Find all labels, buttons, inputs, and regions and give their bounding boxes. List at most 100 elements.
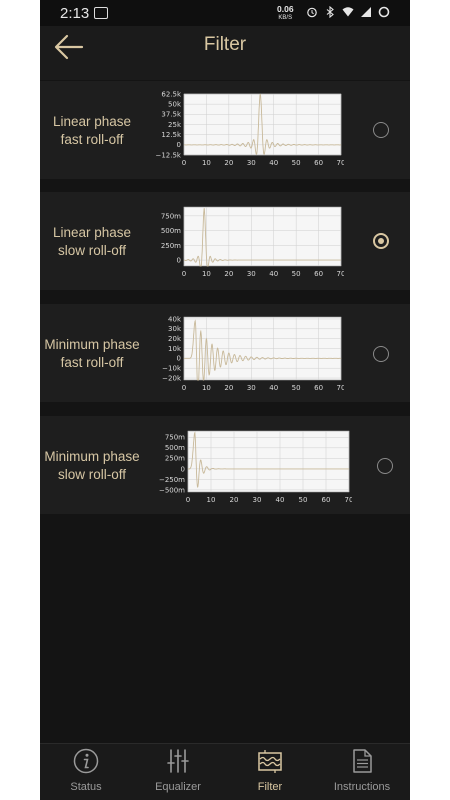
chart-plot-area	[187, 430, 350, 493]
y-tick-label: 500m	[165, 444, 185, 452]
battery-icon	[378, 6, 390, 18]
bottom-navigation: Status Equalizer Filter Instructions	[40, 743, 410, 800]
filter-label: Linear phase fast roll-off	[52, 114, 132, 147]
nav-label: Equalizer	[155, 781, 201, 793]
filter-radio[interactable]	[373, 346, 389, 362]
x-tick-label: 70	[345, 496, 352, 504]
y-tick-label: 12.5k	[161, 131, 182, 139]
x-tick-label: 40	[269, 384, 278, 392]
y-tick-label: −20k	[162, 374, 182, 382]
x-tick-label: 20	[230, 496, 239, 504]
y-tick-label: 50k	[168, 101, 182, 109]
x-tick-label: 10	[202, 384, 211, 392]
x-tick-label: 70	[337, 270, 344, 278]
y-tick-label: −250m	[159, 476, 185, 484]
alarm-icon	[307, 7, 317, 18]
equalizer-icon	[167, 749, 189, 773]
x-tick-label: 10	[202, 159, 211, 167]
impulse-chart: 0 10 20 30 40 50 60 70 40k 30k 20k 10k 0 −10k−20k	[162, 315, 344, 392]
x-tick-label: 10	[202, 270, 211, 278]
x-tick-label: 20	[224, 159, 233, 167]
filter-label: Minimum phase fast roll-off	[44, 337, 140, 370]
x-tick-label: 70	[337, 159, 344, 167]
filter-card-linear-fast[interactable]: Linear phase fast roll-off 0 10 20 30 40 50 60 7…	[40, 81, 410, 179]
y-tick-label: 25k	[168, 121, 182, 129]
filter-card-minimum-fast[interactable]: Minimum phase fast roll-off 0 10 20 30 40 50 60…	[40, 304, 410, 402]
nav-status[interactable]: Status	[40, 744, 132, 800]
data-rate-value: 0.06	[277, 4, 294, 14]
x-tick-label: 30	[247, 270, 256, 278]
x-tick-label: 0	[182, 159, 186, 167]
x-tick-label: 60	[314, 270, 323, 278]
y-tick-label: 500m	[161, 227, 181, 235]
x-tick-label: 40	[276, 496, 285, 504]
x-tick-label: 50	[292, 270, 301, 278]
signal-icon	[361, 7, 371, 17]
data-rate: 0.06 KB/S	[277, 5, 294, 23]
phone-screen: 2:13 0.06 KB/S Filter Linear phase fast r…	[40, 0, 410, 800]
x-tick-label: 60	[314, 159, 323, 167]
y-tick-label: 0	[177, 141, 181, 149]
filter-card-minimum-slow[interactable]: Minimum phase slow roll-off 0 10 20 30 40 50 60…	[40, 416, 410, 514]
wifi-icon	[342, 7, 354, 17]
x-tick-label: 0	[186, 496, 190, 504]
y-tick-label: 0	[177, 257, 181, 265]
x-tick-label: 30	[247, 384, 256, 392]
nav-equalizer[interactable]: Equalizer	[132, 744, 224, 800]
status-icons	[306, 6, 390, 18]
y-tick-label: 10k	[168, 345, 182, 353]
impulse-chart: 0 10 20 30 40 50 60 70 750m 500m 250m 0	[161, 206, 344, 278]
x-tick-label: 20	[224, 384, 233, 392]
x-tick-label: 0	[182, 384, 186, 392]
info-icon	[73, 748, 99, 774]
y-tick-label: 750m	[161, 212, 181, 220]
nav-filter[interactable]: Filter	[224, 744, 316, 800]
filter-radio[interactable]	[373, 122, 389, 138]
app-bar: Filter	[40, 26, 410, 68]
filter-card-linear-slow[interactable]: Linear phase slow roll-off 0 10 20 30 40 50 60 7…	[40, 192, 410, 290]
filter-radio[interactable]	[373, 233, 389, 249]
x-tick-label: 60	[322, 496, 331, 504]
x-tick-label: 30	[247, 159, 256, 167]
nav-label: Instructions	[333, 781, 391, 793]
nav-instructions[interactable]: Instructions	[316, 744, 408, 800]
bluetooth-icon	[326, 6, 334, 18]
photo-notification-icon	[94, 7, 108, 19]
x-tick-label: 20	[224, 270, 233, 278]
x-tick-label: 70	[337, 384, 344, 392]
x-tick-label: 60	[314, 384, 323, 392]
filter-icon	[258, 750, 282, 773]
y-tick-label: 20k	[168, 335, 182, 343]
data-rate-unit: KB/S	[278, 15, 293, 21]
y-tick-label: 40k	[168, 315, 182, 323]
x-tick-label: 30	[253, 496, 262, 504]
y-tick-label: 0	[177, 355, 181, 363]
y-tick-label: −500m	[159, 486, 185, 494]
filter-label: Linear phase slow roll-off	[52, 225, 132, 258]
x-tick-label: 50	[292, 159, 301, 167]
y-tick-label: 62.5k	[161, 91, 182, 98]
x-tick-label: 50	[292, 384, 301, 392]
impulse-chart: 0 10 20 30 40 50 60 7062.5k50k37.5k25k12.5k0−12…	[155, 91, 344, 167]
filter-label: Minimum phase slow roll-off	[44, 449, 140, 482]
y-tick-label: 30k	[168, 325, 182, 333]
impulse-chart: 0 10 20 30 40 50 60 70 750m 500m 250m 0 −250m −500m	[159, 430, 352, 504]
y-tick-label: 250m	[165, 455, 185, 463]
filter-radio[interactable]	[377, 458, 393, 474]
nav-label: Status	[70, 781, 102, 793]
x-tick-label: 0	[182, 270, 186, 278]
x-tick-label: 10	[207, 496, 216, 504]
status-bar: 2:13 0.06 KB/S	[40, 0, 410, 26]
header-spacer	[40, 68, 410, 80]
page-title: Filter	[203, 34, 247, 55]
nav-label: Filter	[257, 781, 283, 793]
status-time: 2:13	[60, 5, 90, 22]
document-icon	[353, 749, 372, 773]
y-tick-label: −10k	[162, 365, 182, 373]
x-tick-label: 40	[269, 159, 278, 167]
y-tick-label: 750m	[165, 434, 185, 442]
x-tick-label: 40	[269, 270, 278, 278]
y-tick-label: 0	[181, 465, 185, 473]
y-tick-label: 37.5k	[161, 111, 182, 119]
y-tick-label: −12.5k	[155, 151, 181, 159]
